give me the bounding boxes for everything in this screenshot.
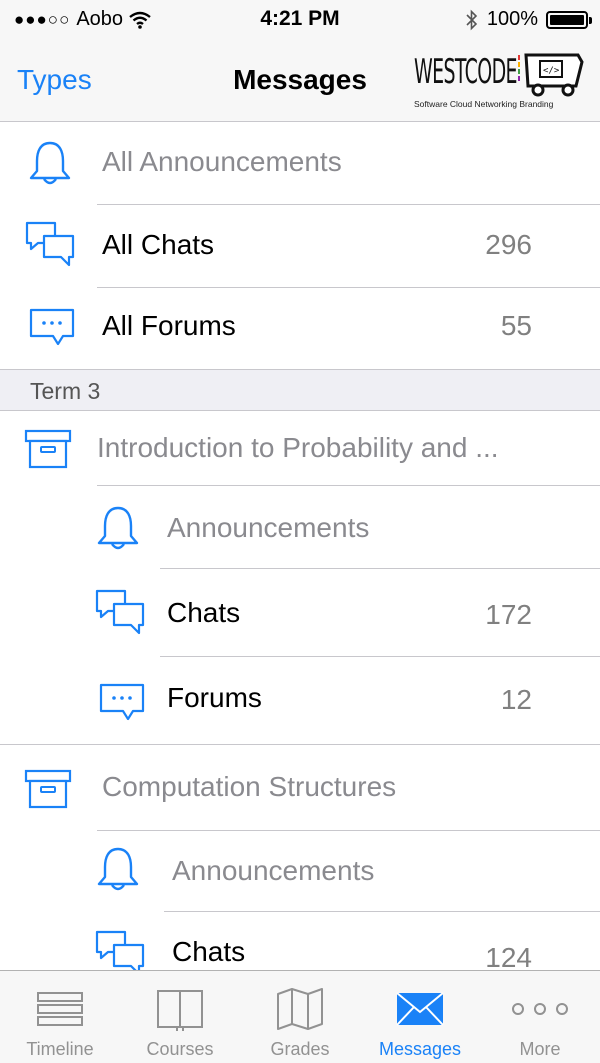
- list-item-label: All Announcements: [102, 146, 342, 177]
- course-header-row[interactable]: Introduction to Probability and ...: [0, 411, 600, 486]
- list-item-label: Forums: [167, 682, 262, 713]
- course-header-row[interactable]: Computation Structures: [0, 745, 600, 831]
- tab-label: Courses: [146, 1039, 214, 1059]
- navigation-bar: Types Messages WESTCODE </> Software Clo…: [0, 40, 600, 122]
- archive-box-icon: [22, 425, 74, 473]
- truck-icon: </>: [518, 53, 584, 97]
- westcode-logo: WESTCODE </> Software Cloud Networking B…: [412, 50, 584, 114]
- list-item-label: Chats: [167, 597, 241, 628]
- list-item-course-chats[interactable]: Chats 172: [0, 569, 600, 657]
- bell-icon: [92, 504, 144, 552]
- list-item-all-announcements[interactable]: All Announcements: [0, 122, 600, 205]
- course-title: Introduction to Probability and ...: [97, 432, 499, 463]
- logo-wordmark: WESTCODE: [414, 52, 518, 92]
- tab-bar: Timeline Courses Grades Messages More: [0, 970, 600, 1063]
- list-item-course-forums[interactable]: Forums 12: [0, 657, 600, 745]
- chat-bubbles-icon: [94, 589, 146, 637]
- status-bar: ●●●○○ Aobo 4:21 PM 100%: [0, 0, 600, 40]
- bell-icon: [24, 139, 76, 187]
- list-item-all-chats[interactable]: All Chats 296: [0, 205, 600, 288]
- envelope-icon: [360, 985, 480, 1033]
- status-right: 100%: [465, 8, 592, 31]
- tab-messages[interactable]: Messages: [360, 971, 480, 1063]
- battery-icon: [546, 10, 592, 29]
- count-badge: 124: [485, 942, 532, 970]
- list-item-course-chats[interactable]: Chats 124: [0, 912, 600, 970]
- tab-grades[interactable]: Grades: [240, 971, 360, 1063]
- chat-bubbles-icon: [24, 221, 76, 269]
- course-title: Computation Structures: [102, 771, 397, 802]
- forum-bubble-icon: [96, 679, 148, 727]
- tab-label: More: [519, 1039, 561, 1059]
- bluetooth-icon: [466, 9, 477, 30]
- battery-percent: 100%: [486, 8, 538, 30]
- tab-timeline[interactable]: Timeline: [0, 971, 120, 1063]
- list-item-label: All Chats: [102, 229, 215, 260]
- count-badge: 296: [485, 229, 532, 260]
- list-item-course-announcements[interactable]: Announcements: [0, 486, 600, 569]
- tab-more[interactable]: More: [480, 971, 600, 1063]
- list-item-label: Announcements: [172, 855, 375, 886]
- tab-label: Messages: [378, 1039, 462, 1059]
- archive-box-icon: [22, 765, 74, 813]
- map-icon: [240, 985, 360, 1033]
- more-dots-icon: [480, 985, 600, 1033]
- logo-tagline: Software Cloud Networking Branding: [414, 99, 554, 109]
- svg-text:</>: </>: [543, 66, 560, 76]
- bell-icon: [92, 845, 144, 893]
- list-item-course-announcements[interactable]: Announcements: [0, 831, 600, 912]
- count-badge: 172: [485, 599, 532, 630]
- count-badge: 55: [500, 310, 532, 341]
- forum-bubble-icon: [26, 304, 78, 352]
- tab-label: Timeline: [26, 1039, 94, 1059]
- list-item-all-forums[interactable]: All Forums 55: [0, 288, 600, 369]
- chat-bubbles-icon: [94, 930, 146, 970]
- tab-label: Grades: [270, 1039, 330, 1059]
- book-icon: [120, 985, 240, 1033]
- list-item-label: Chats: [172, 936, 246, 967]
- timeline-icon: [0, 985, 120, 1033]
- list-item-label: All Forums: [102, 310, 236, 341]
- list-item-label: Announcements: [167, 512, 370, 543]
- messages-list: All Announcements All Chats 296 All Foru…: [0, 122, 600, 970]
- tab-courses[interactable]: Courses: [120, 971, 240, 1063]
- count-badge: 12: [500, 684, 532, 715]
- section-title: Term 3: [30, 378, 101, 404]
- section-header-term: Term 3: [0, 369, 600, 411]
